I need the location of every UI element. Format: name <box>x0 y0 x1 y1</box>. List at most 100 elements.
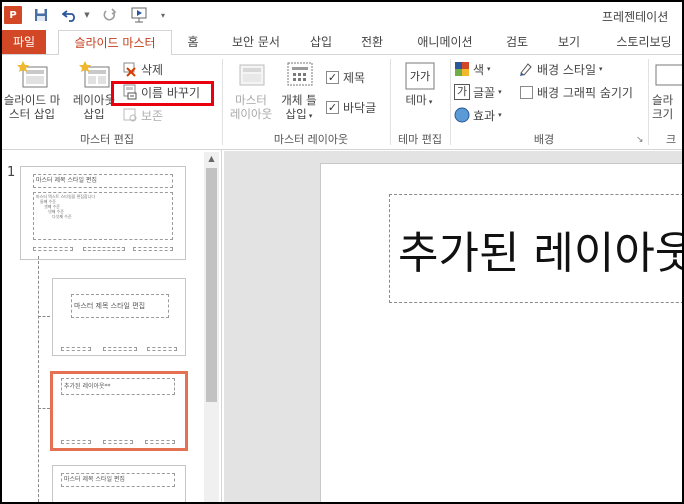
themes-icon: 가가 <box>404 61 435 90</box>
thumbnail-title-placeholder: 마스터 제목 스타일 편집 <box>33 174 173 188</box>
insert-placeholder-label-2: 삽입 <box>285 107 307 121</box>
background-styles-label: 배경 스타일 <box>537 62 597 77</box>
effects-icon <box>454 107 470 123</box>
tab-home[interactable]: 홈 <box>182 30 204 54</box>
themes-label: 테마 <box>405 93 427 107</box>
colors-dropdown-icon: ▾ <box>487 65 491 73</box>
slide-canvas-area[interactable]: 추가된 레이아웃 <box>224 151 682 502</box>
slide-canvas[interactable]: 추가된 레이아웃 <box>320 163 682 502</box>
colors-icon <box>454 61 470 77</box>
tab-insert[interactable]: 삽입 <box>306 30 336 54</box>
selected-layout-thumbnail[interactable]: 추가된 레이아웃** <box>50 371 188 451</box>
master-layout-label-2: 레이아웃 <box>229 107 273 121</box>
svg-text:가가: 가가 <box>410 70 430 83</box>
thumbnail-title-placeholder: 마스터 제목 스타일 편집 <box>61 473 175 487</box>
slide-title-placeholder[interactable]: 추가된 레이아웃 <box>389 194 682 303</box>
title-checkbox-label: 제목 <box>343 70 366 85</box>
tab-file[interactable]: 파일 <box>2 30 46 54</box>
thumbnail-footer-placeholder <box>147 347 177 351</box>
insert-slide-master-button[interactable]: 슬라이드 마 스터 삽입 <box>0 59 66 121</box>
scroll-up-arrow-icon[interactable]: ▲ <box>204 152 219 166</box>
slide-master-thumbnail[interactable]: 마스터 제목 스타일 편집 마스터 텍스트 스타일을 편집합니다 둘째 수준 셋… <box>20 166 186 260</box>
insert-slide-master-icon <box>17 61 48 89</box>
undo-icon[interactable] <box>60 6 82 24</box>
tab-secure-document[interactable]: 보안 문서 <box>226 30 286 54</box>
thumbnail-footer-placeholder <box>145 440 175 444</box>
redo-icon[interactable] <box>100 6 120 24</box>
preserve-button[interactable]: 보존 <box>122 105 163 125</box>
thumbnail-pane-scrollbar[interactable]: ▲ <box>204 152 219 502</box>
thumbnail-body-placeholder: 마스터 텍스트 스타일을 편집합니다 둘째 수준 셋째 수준 넷째 수준 다섯째… <box>33 192 173 240</box>
layout-thumbnail[interactable]: 마스터 제목 스타일 편집 <box>52 465 186 504</box>
thumbnail-footer-placeholder <box>103 440 133 444</box>
thumbnail-title-placeholder: 마스터 제목 스타일 편집 <box>71 294 169 318</box>
footer-checkbox-item[interactable]: ✓ 바닥글 <box>326 97 376 117</box>
size-group-label: 크 <box>666 133 677 146</box>
layout-tree-connector <box>38 256 39 502</box>
fonts-button[interactable]: 가 글꼴 ▾ <box>454 82 502 102</box>
powerpoint-logo-icon[interactable]: P <box>4 6 22 24</box>
theme-edit-group-label: 테마 편집 <box>398 133 442 146</box>
master-layout-icon <box>236 61 266 89</box>
insert-slide-master-label-1: 슬라이드 마 <box>3 93 61 107</box>
background-styles-dropdown-icon: ▾ <box>599 65 603 73</box>
background-styles-icon <box>518 61 534 77</box>
insert-slide-master-label-2: 스터 삽입 <box>9 107 55 121</box>
thumbnail-footer-placeholder <box>33 247 73 251</box>
tab-storyboarding[interactable]: 스토리보딩 <box>606 30 682 54</box>
layout-thumbnail[interactable]: 마스터 제목 스타일 편집 <box>52 278 186 356</box>
ribbon: 슬라이드 마 스터 삽입 레이아웃 삽입 삭제 이름 바꾸기 보존 마스터 편집 <box>0 54 684 150</box>
body-line: 다섯째 수준 <box>52 214 72 219</box>
layout-tree-branch <box>38 316 50 317</box>
delete-button[interactable]: 삭제 <box>122 59 163 79</box>
hide-background-graphics-checkbox[interactable] <box>520 85 533 99</box>
thumbnail-footer-placeholder <box>103 347 137 351</box>
preserve-icon <box>122 107 138 123</box>
slide-title-text: 추가된 레이아웃 <box>398 228 682 279</box>
master-edit-group-label: 마스터 편집 <box>79 133 135 146</box>
background-dialog-launcher-icon[interactable]: ↘ <box>636 135 644 145</box>
save-icon[interactable] <box>32 6 50 24</box>
thumbnail-footer-placeholder <box>61 347 91 351</box>
title-bar: P ▼ ▾ 프레젠테이션 <box>2 2 682 28</box>
tab-transitions[interactable]: 전환 <box>357 30 387 54</box>
tab-review[interactable]: 검토 <box>502 30 532 54</box>
group-separator <box>648 59 649 145</box>
insert-placeholder-icon <box>284 61 314 89</box>
thumbnail-footer-placeholder <box>83 247 125 251</box>
effects-button[interactable]: 효과 ▾ <box>454 105 502 125</box>
undo-dropdown-icon[interactable]: ▼ <box>82 6 92 24</box>
themes-button[interactable]: 가가 테마 ▾ <box>394 59 444 109</box>
group-separator <box>222 59 223 145</box>
fonts-icon: 가 <box>454 84 470 100</box>
hide-background-graphics-item[interactable]: 배경 그래픽 숨기기 <box>520 82 633 102</box>
tab-animations[interactable]: 애니메이션 <box>412 30 478 54</box>
delete-label: 삭제 <box>141 62 164 77</box>
tab-view[interactable]: 보기 <box>554 30 584 54</box>
slideshow-from-start-icon[interactable] <box>128 6 152 24</box>
insert-placeholder-button[interactable]: 개체 틀 삽입 ▾ <box>276 59 322 123</box>
thumbnail-title-placeholder: 추가된 레이아웃** <box>61 378 175 395</box>
title-checkbox[interactable]: ✓ <box>326 70 339 84</box>
insert-placeholder-dropdown-icon: ▾ <box>306 112 313 120</box>
slide-size-label-1: 슬라 <box>652 93 674 107</box>
master-layout-button[interactable]: 마스터 레이아웃 <box>226 59 276 121</box>
fonts-dropdown-icon: ▾ <box>498 88 502 96</box>
tab-slide-master[interactable]: 슬라이드 마스터 <box>58 30 172 55</box>
footer-checkbox[interactable]: ✓ <box>326 100 339 114</box>
slide-size-button[interactable]: 슬라 크기 <box>652 59 684 121</box>
delete-icon <box>122 61 138 77</box>
footer-checkbox-label: 바닥글 <box>343 100 377 115</box>
effects-label: 효과 <box>473 108 496 123</box>
window-title: 프레젠테이션 <box>602 10 669 24</box>
insert-layout-label-2: 삽입 <box>83 107 105 121</box>
customize-qat-icon[interactable]: ▾ <box>158 6 168 24</box>
background-group-label: 배경 <box>533 133 555 146</box>
background-styles-button[interactable]: 배경 스타일 ▾ <box>518 59 603 79</box>
colors-button[interactable]: 색 ▾ <box>454 59 491 79</box>
thumbnail-footer-placeholder <box>133 247 173 251</box>
scrollbar-thumb[interactable] <box>206 168 217 402</box>
title-checkbox-item[interactable]: ✓ 제목 <box>326 67 365 87</box>
master-layout-label-1: 마스터 <box>235 93 267 107</box>
slide-thumbnail-pane[interactable]: 1 마스터 제목 스타일 편집 마스터 텍스트 스타일을 편집합니다 둘째 수준… <box>2 150 222 504</box>
